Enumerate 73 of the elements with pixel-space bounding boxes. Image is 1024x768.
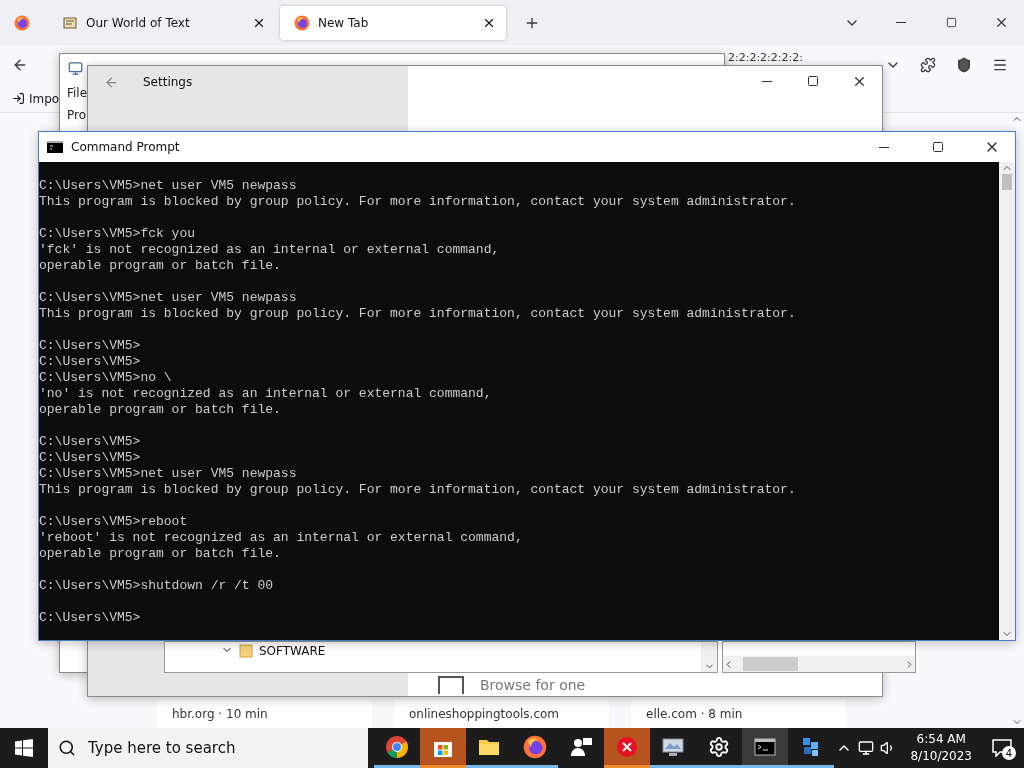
network-icon[interactable]	[858, 740, 875, 756]
story-card[interactable]: elle.com · 8 min	[631, 700, 846, 728]
windows-logo	[15, 739, 33, 757]
console-line: C:\Users\VM5>	[39, 434, 142, 450]
menu-icon	[992, 57, 1008, 73]
console-line: C:\Users\VM5>net user VM5 newpass	[39, 466, 298, 482]
tree-item[interactable]: SOFTWARE	[165, 642, 701, 672]
console-line: This program is blocked by group policy. For more information, contact your system administrator.	[39, 194, 797, 210]
console-line: C:\Users\VM5>fck you	[39, 226, 197, 242]
console-prompt: C:\Users\VM5>	[39, 610, 142, 626]
console-line: C:\Users\VM5>	[39, 450, 142, 466]
notification-count: 4	[1002, 746, 1016, 760]
scrollbar[interactable]	[999, 162, 1015, 640]
shield-icon	[956, 57, 972, 73]
scroll-icon	[62, 15, 78, 30]
speech-bubble-icon	[992, 739, 1012, 757]
console-line: C:\Users\VM5>no \	[39, 370, 173, 386]
console-line: 'no' is not recognized as an internal or external command,	[39, 386, 493, 402]
taskbar-app[interactable]	[742, 728, 788, 768]
scrollbar[interactable]	[723, 656, 915, 672]
maximize-icon	[807, 75, 819, 87]
story-card[interactable]: hbr.org · 10 min	[157, 700, 372, 728]
console-line: 'fck' is not recognized as an internal or external command,	[39, 242, 501, 258]
console-line: 'reboot' is not recognized as an internal or external command,	[39, 530, 524, 546]
notification-button[interactable]: 4	[986, 732, 1018, 764]
clock[interactable]: 6:54 AM 8/10/2023	[902, 731, 980, 765]
console-line: This program is blocked by group policy. For more information, contact your system administrator.	[39, 306, 797, 322]
scrollbar-thumb[interactable]	[743, 657, 798, 671]
window-title: Settings	[143, 75, 193, 89]
console-line: operable program or batch file.	[39, 402, 282, 418]
terminal-icon	[47, 141, 63, 153]
url-text: 2:2:2:2:2:2:2:	[728, 51, 803, 64]
puzzle-icon	[920, 57, 936, 73]
browser-tab[interactable]: Our World of Text	[48, 5, 276, 40]
restore-icon	[945, 17, 957, 28]
console-line: C:\Users\VM5>	[39, 354, 142, 370]
firefox-icon	[294, 14, 310, 31]
console-line: C:\Users\VM5>reboot	[39, 514, 189, 530]
console-line: This program is blocked by group policy. For more information, contact your system administrator.	[39, 482, 797, 498]
bookmark-item[interactable]: Impo	[29, 91, 60, 106]
chrome-icon	[385, 734, 409, 759]
story-card[interactable]: onlineshoppingtools.com	[394, 700, 609, 728]
folder-icon	[239, 644, 253, 658]
error-icon	[615, 734, 639, 759]
tree-label: SOFTWARE	[259, 644, 326, 658]
maximize-icon	[932, 141, 944, 153]
minimize-icon	[896, 22, 906, 23]
console-line: C:\Users\VM5>net user VM5 newpass	[39, 290, 298, 306]
firefox-icon	[14, 14, 30, 31]
console-line: C:\Users\VM5>net user VM5 newpass	[39, 178, 298, 194]
tab-title: Our World of Text	[86, 15, 191, 30]
window-title: Command Prompt	[71, 140, 181, 154]
search-field[interactable]: Type here to search	[48, 728, 368, 768]
address-text: Pro	[67, 108, 87, 122]
console-line: C:\Users\VM5>	[39, 338, 142, 354]
console-line: operable program or batch file.	[39, 258, 282, 274]
console-line: operable program or batch file.	[39, 546, 282, 562]
browse-link[interactable]: Browse for one	[480, 677, 586, 693]
back-icon[interactable]	[104, 74, 119, 90]
console-line: C:\Users\VM5>shutdown /r /t 00	[39, 578, 275, 594]
import-icon	[12, 92, 25, 105]
settings-icon	[708, 735, 730, 758]
search-icon	[58, 739, 76, 757]
image-placeholder	[438, 676, 464, 694]
firefox-icon	[523, 734, 547, 759]
scrollbar-thumb[interactable]	[1002, 174, 1012, 190]
scrollbar[interactable]	[701, 642, 717, 672]
browser-tab[interactable]: New Tab	[280, 5, 506, 40]
back-icon	[12, 57, 28, 73]
minimize-icon	[762, 80, 772, 82]
menu-item[interactable]: File	[67, 86, 88, 100]
minimize-icon	[879, 146, 889, 148]
tab-title: New Tab	[318, 15, 370, 30]
